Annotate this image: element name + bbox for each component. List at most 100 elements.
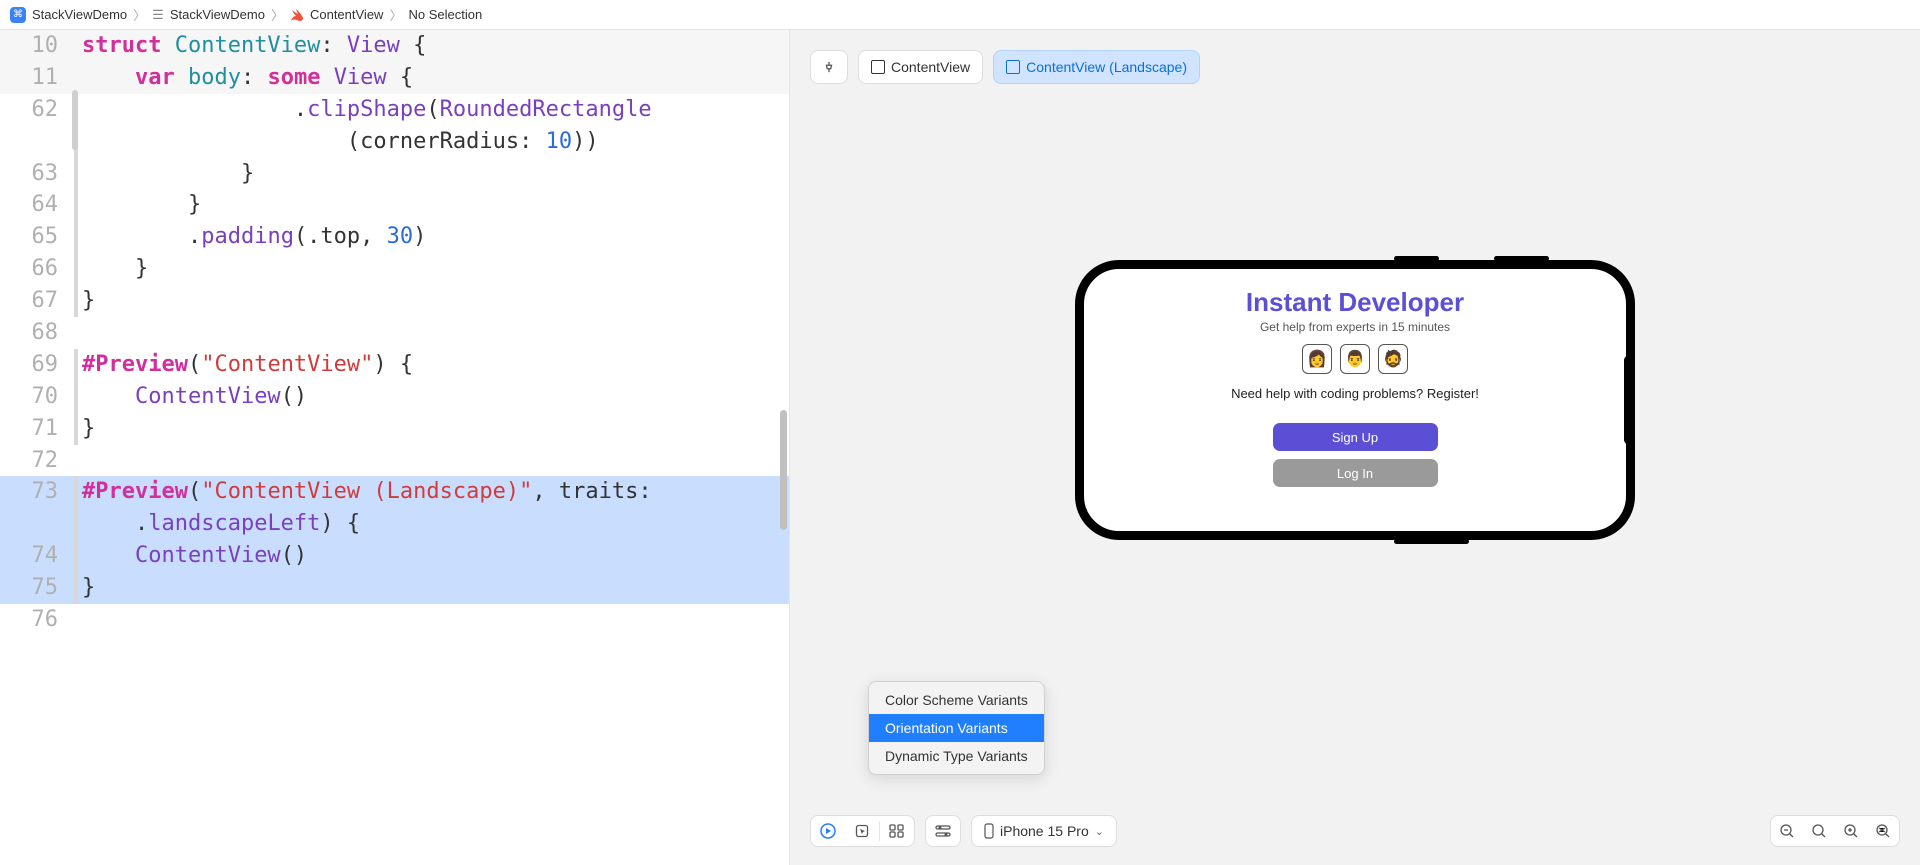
fold-ribbon bbox=[72, 381, 82, 413]
line-number: 76 bbox=[0, 604, 72, 636]
folder-icon: ☰ bbox=[152, 7, 164, 23]
code-text: ContentView() bbox=[82, 540, 789, 572]
preview-tab-contentview[interactable]: ContentView bbox=[858, 50, 983, 84]
zoom-in-button[interactable] bbox=[1835, 816, 1867, 846]
code-line[interactable]: 71} bbox=[0, 413, 789, 445]
code-line[interactable]: 11 var body: some View { bbox=[0, 62, 789, 94]
code-line[interactable]: 75} bbox=[0, 572, 789, 604]
line-number bbox=[0, 508, 72, 540]
avatar: 🧔 bbox=[1378, 344, 1408, 374]
variants-orientation[interactable]: Orientation Variants bbox=[869, 714, 1044, 742]
code-text: (cornerRadius: 10)) bbox=[82, 126, 789, 158]
breadcrumb-folder[interactable]: StackViewDemo bbox=[170, 7, 265, 22]
fold-ribbon bbox=[72, 413, 82, 445]
fold-ribbon bbox=[72, 349, 82, 381]
signup-button[interactable]: Sign Up bbox=[1273, 423, 1438, 451]
fold-ribbon bbox=[72, 317, 82, 349]
variants-dynamic-type[interactable]: Dynamic Type Variants bbox=[869, 742, 1044, 770]
breadcrumb-selection[interactable]: No Selection bbox=[408, 7, 482, 22]
device-selector[interactable]: iPhone 15 Pro ⌄ bbox=[971, 815, 1117, 847]
code-line[interactable]: (cornerRadius: 10)) bbox=[0, 126, 789, 158]
line-number: 75 bbox=[0, 572, 72, 604]
code-text bbox=[82, 604, 789, 636]
code-text: struct ContentView: View { bbox=[82, 30, 789, 62]
code-editor[interactable]: 10 struct ContentView: View {11 var body:… bbox=[0, 30, 790, 865]
login-button[interactable]: Log In bbox=[1273, 459, 1438, 487]
code-line[interactable]: 64 } bbox=[0, 189, 789, 221]
preview-tab-landscape[interactable]: ContentView (Landscape) bbox=[993, 50, 1200, 84]
device-icon bbox=[871, 60, 885, 74]
zoom-fit-button[interactable] bbox=[1867, 816, 1899, 846]
breadcrumb: ⌘ StackViewDemo 〉 ☰ StackViewDemo 〉 Cont… bbox=[0, 0, 1920, 30]
line-number bbox=[0, 126, 72, 158]
code-line[interactable]: 76 bbox=[0, 604, 789, 636]
device-preview[interactable]: Instant Developer Get help from experts … bbox=[1075, 260, 1635, 540]
sliders-icon bbox=[935, 824, 951, 838]
chevron-down-icon: ⌄ bbox=[1095, 825, 1104, 838]
code-text: } bbox=[82, 285, 789, 317]
line-number: 63 bbox=[0, 158, 72, 190]
zoom-in-icon bbox=[1843, 823, 1859, 839]
variants-color-scheme[interactable]: Color Scheme Variants bbox=[869, 686, 1044, 714]
fold-ribbon bbox=[72, 540, 82, 572]
code-line[interactable]: 62 .clipShape(RoundedRectangle bbox=[0, 94, 789, 126]
code-text: ContentView() bbox=[82, 381, 789, 413]
zoom-out-button[interactable] bbox=[1771, 816, 1803, 846]
fold-ribbon bbox=[72, 189, 82, 221]
app-tagline: Need help with coding problems? Register… bbox=[1231, 386, 1479, 401]
variants-button[interactable] bbox=[880, 816, 914, 846]
zoom-controls bbox=[1770, 815, 1900, 847]
fold-ribbon bbox=[72, 30, 82, 62]
code-line[interactable]: 74 ContentView() bbox=[0, 540, 789, 572]
fold-ribbon bbox=[72, 158, 82, 190]
preview-canvas: ContentView ContentView (Landscape) Inst… bbox=[790, 30, 1920, 865]
code-line[interactable]: 73#Preview("ContentView (Landscape)", tr… bbox=[0, 476, 789, 508]
code-text: .padding(.top, 30) bbox=[82, 221, 789, 253]
fold-ribbon bbox=[72, 476, 82, 508]
code-text: .clipShape(RoundedRectangle bbox=[82, 94, 789, 126]
app-title: Instant Developer bbox=[1246, 287, 1464, 318]
code-line[interactable]: 68 bbox=[0, 317, 789, 349]
live-preview-button[interactable] bbox=[811, 816, 845, 846]
phone-icon bbox=[984, 823, 994, 839]
cursor-icon bbox=[855, 824, 869, 838]
breadcrumb-file[interactable]: ContentView bbox=[310, 7, 383, 22]
avatar: 👨 bbox=[1340, 344, 1370, 374]
play-icon bbox=[820, 823, 836, 839]
editor-scrollbar[interactable] bbox=[780, 410, 787, 530]
tab-label: ContentView bbox=[891, 59, 970, 75]
avatar: 👩 bbox=[1302, 344, 1332, 374]
line-number: 72 bbox=[0, 445, 72, 477]
code-line[interactable]: 65 .padding(.top, 30) bbox=[0, 221, 789, 253]
code-line[interactable]: 70 ContentView() bbox=[0, 381, 789, 413]
fold-ribbon bbox=[72, 62, 82, 94]
code-line[interactable]: 66 } bbox=[0, 253, 789, 285]
minimap-thumb[interactable] bbox=[72, 90, 78, 150]
pin-button[interactable] bbox=[810, 50, 848, 84]
code-line[interactable]: 67} bbox=[0, 285, 789, 317]
code-line[interactable]: 72 bbox=[0, 445, 789, 477]
app-subtitle: Get help from experts in 15 minutes bbox=[1260, 320, 1450, 334]
code-line[interactable]: .landscapeLeft) { bbox=[0, 508, 789, 540]
device-settings-button[interactable] bbox=[925, 815, 961, 847]
code-text: } bbox=[82, 572, 789, 604]
fold-ribbon bbox=[72, 508, 82, 540]
zoom-reset-icon bbox=[1811, 823, 1827, 839]
breadcrumb-separator: 〉 bbox=[389, 5, 402, 24]
code-text: } bbox=[82, 158, 789, 190]
line-number: 69 bbox=[0, 349, 72, 381]
fold-ribbon bbox=[72, 253, 82, 285]
selectable-preview-button[interactable] bbox=[845, 816, 879, 846]
code-line[interactable]: 69#Preview("ContentView") { bbox=[0, 349, 789, 381]
line-number: 71 bbox=[0, 413, 72, 445]
line-number: 10 bbox=[0, 30, 72, 62]
variants-menu: Color Scheme Variants Orientation Varian… bbox=[868, 681, 1045, 775]
zoom-actual-button[interactable] bbox=[1803, 816, 1835, 846]
breadcrumb-project[interactable]: StackViewDemo bbox=[32, 7, 127, 22]
line-number: 74 bbox=[0, 540, 72, 572]
breadcrumb-separator: 〉 bbox=[133, 5, 146, 24]
code-line[interactable]: 10 struct ContentView: View { bbox=[0, 30, 789, 62]
device-icon bbox=[1006, 60, 1020, 74]
fold-ribbon bbox=[72, 604, 82, 636]
code-line[interactable]: 63 } bbox=[0, 158, 789, 190]
